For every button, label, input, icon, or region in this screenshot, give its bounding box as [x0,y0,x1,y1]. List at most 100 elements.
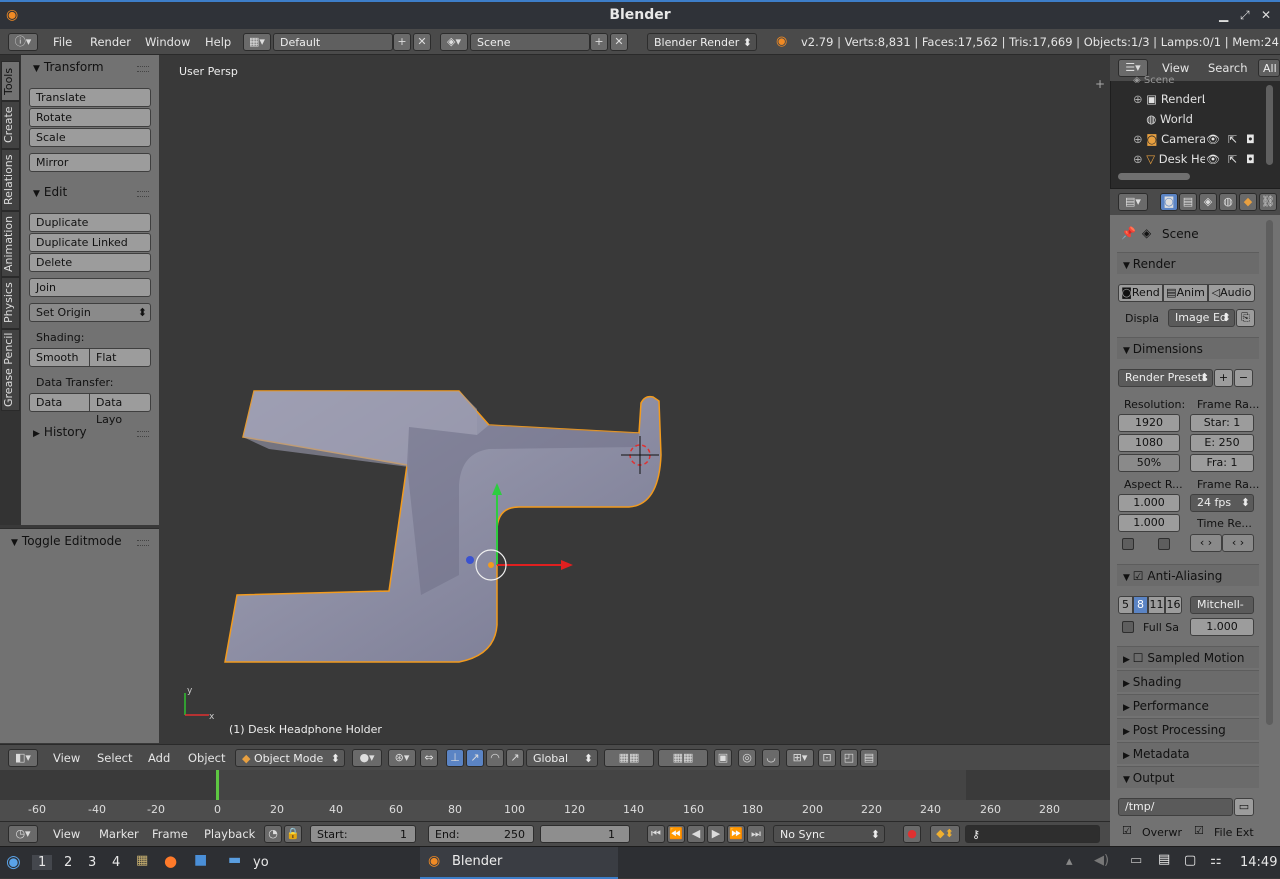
network-icon[interactable]: ⚏ [1210,853,1222,868]
current-frame-field[interactable]: 1 [540,825,630,843]
rotate-manipulator-icon[interactable]: ↗ [466,749,484,767]
keying-set-icon[interactable]: ◆⬍ [930,825,960,843]
tab-animation[interactable]: Animation [1,211,20,277]
scene-field[interactable]: Scene [470,33,590,51]
menu-object[interactable]: Object [188,751,225,765]
menu-view[interactable]: View [53,827,80,841]
remove-scene-icon[interactable]: ✕ [610,33,628,51]
sampled-motion-blur-header[interactable]: ▶ ☐ Sampled Motion Bl [1117,646,1259,689]
clock[interactable]: 14:49 [1240,855,1277,870]
add-preset-icon[interactable]: + [1214,369,1233,387]
render-panel-header[interactable]: ▼ Render [1117,252,1259,274]
panel-grip-icon[interactable] [137,191,149,197]
lock-interface-icon[interactable]: ⎘ [1236,309,1255,327]
close-icon[interactable]: ✕ [1261,8,1271,22]
screen-layout-field[interactable]: Default [273,33,393,51]
keying-set-field[interactable]: ⚷ [965,825,1100,843]
edit-panel-header[interactable]: ▼ Edit [33,185,67,199]
frame-step-field[interactable]: Fra: 1 [1190,454,1254,472]
3d-viewport[interactable]: User Persp + y x (1) Desk Headphone Hold… [159,55,1110,744]
motion-blur-checkbox-icon[interactable]: ☐ [1133,651,1148,665]
render-camera-icon[interactable]: ◘ [1246,153,1255,166]
scale-manipulator-icon[interactable]: ◠ [486,749,504,767]
start-frame-field[interactable]: Start: 1 [310,825,416,843]
scene-icon[interactable]: ◈▾ [440,33,468,51]
outliner-filter-select[interactable]: All [1258,59,1280,77]
menu-frame[interactable]: Frame [152,827,188,841]
jump-keyframe-back-icon[interactable]: ⏪ [667,825,685,843]
chat-icon[interactable]: ▢ [1184,853,1196,868]
menu-view[interactable]: View [53,751,80,765]
render-context-icon[interactable]: ◙ [1160,193,1178,211]
snap-icon[interactable]: ⊞▾ [786,749,814,767]
frame-start-field[interactable]: Star: 1 [1190,414,1254,432]
translate-button[interactable]: Translate [29,88,151,107]
tray-expand-icon[interactable]: ▴ [1066,854,1073,869]
filter-size-field[interactable]: 1.000 [1190,618,1254,636]
render-button[interactable]: ◙Rend [1118,284,1163,302]
world-context-icon[interactable]: ◍ [1219,193,1237,211]
remove-layout-icon[interactable]: ✕ [413,33,431,51]
sync-select[interactable]: No Sync ⬍ [773,825,885,843]
visibility-eye-icon[interactable]: 👁 [1206,153,1220,166]
jump-start-icon[interactable]: ⏮ [647,825,665,843]
orientation-select[interactable]: Global ⬍ [526,749,598,767]
render-animation-icon[interactable]: ▤ [860,749,878,767]
aa-samples-16[interactable]: 16 [1165,596,1182,614]
maximize-icon[interactable]: ⤢ [1240,8,1250,23]
constraints-context-icon[interactable]: ⛓ [1259,193,1277,211]
editor-type-icon[interactable]: ◧▾ [8,749,38,767]
fps-select[interactable]: 24 fps ⬍ [1190,494,1254,512]
outliner-hscrollbar[interactable] [1118,173,1190,180]
outliner-vscrollbar[interactable] [1266,85,1273,165]
desktop-icon[interactable]: ■ [194,852,207,868]
workspace-4[interactable]: 4 [112,855,120,870]
add-scene-icon[interactable]: + [590,33,608,51]
aa-filter-select[interactable]: Mitchell- [1190,596,1254,614]
aa-samples-5[interactable]: 5 [1118,596,1133,614]
tab-create[interactable]: Create [1,101,20,149]
overwrite-checkbox-icon[interactable]: ☑ [1122,824,1132,837]
mode-select[interactable]: ◆ Object Mode ⬍ [235,749,345,767]
render-engine-select[interactable]: Blender Render ⬍ [647,33,757,51]
flat-button[interactable]: Flat [89,348,151,367]
firefox-icon[interactable]: ● [164,852,177,870]
panel-grip-icon[interactable] [137,431,149,437]
resolution-percent-field[interactable]: 50% [1118,454,1180,472]
lock-camera-icon[interactable]: ▣ [714,749,732,767]
post-processing-panel-header[interactable]: ▶ Post Processing [1117,718,1259,740]
scale-button[interactable]: Scale [29,128,151,147]
folder-browse-icon[interactable]: ▭ [1234,798,1254,816]
tab-relations[interactable]: Relations [1,149,20,211]
outliner-item-scene[interactable]: ◈ Scene [1133,75,1253,83]
play-reverse-icon[interactable]: ◀ [687,825,705,843]
metadata-panel-header[interactable]: ▶ Metadata [1117,742,1259,764]
aspect-x-field[interactable]: 1.000 [1118,494,1180,512]
layers-grid-2-icon[interactable]: ▦▦ [658,749,708,767]
crop-checkbox[interactable] [1158,538,1170,550]
aa-enabled-checkbox-icon[interactable]: ☑ [1133,569,1148,583]
scene-context-icon[interactable]: ◈ [1199,193,1217,211]
current-frame-line[interactable] [216,770,219,800]
border-checkbox[interactable] [1122,538,1134,550]
duplicate-linked-button[interactable]: Duplicate Linked [29,233,151,252]
jump-keyframe-forward-icon[interactable]: ⏩ [727,825,745,843]
outliner-item-desk-holder[interactable]: ⊕ ▽ Desk He [1133,152,1205,166]
taskbar-blender-window[interactable]: ◉ Blender [420,847,618,879]
menu-playback[interactable]: Playback [204,827,255,841]
output-panel-header[interactable]: ▼ Output [1117,766,1259,788]
preview-range-icon[interactable]: ◔ [264,825,282,843]
manipulator-scale-icon[interactable]: ↗ [506,749,524,767]
lock-icon[interactable]: 🔒 [284,825,302,843]
toggle-editmode-header[interactable]: ▼ Toggle Editmode [11,534,122,548]
workspace-1[interactable]: 1 [32,855,53,870]
menu-view[interactable]: View [1162,61,1189,75]
delete-button[interactable]: Delete [29,253,151,272]
file-ext-checkbox-icon[interactable]: ☑ [1194,824,1204,837]
properties-scrollbar[interactable] [1266,220,1273,725]
tab-physics[interactable]: Physics [1,277,20,329]
data-layout-button[interactable]: Data Layo [89,393,151,426]
editor-type-icon[interactable]: ⓘ▾ [8,33,38,51]
time-remap-new-field[interactable]: ‹ › [1222,534,1254,552]
record-icon[interactable]: ● [903,825,921,843]
